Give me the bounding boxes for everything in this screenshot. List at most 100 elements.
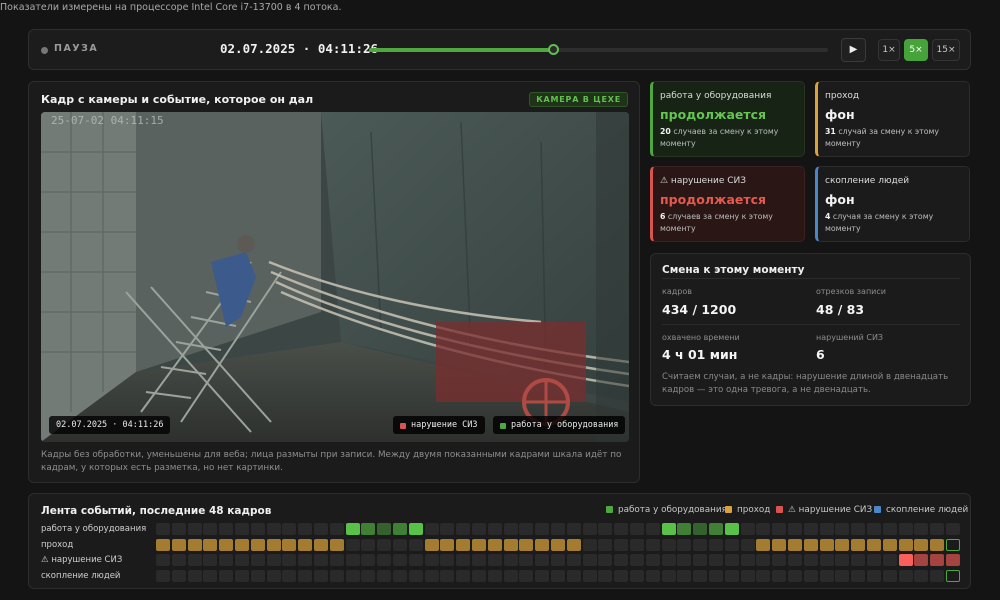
- feed-cell: [582, 539, 597, 551]
- feed-cell: [503, 523, 518, 535]
- timeline-handle[interactable]: [547, 44, 559, 55]
- feed-cell: [867, 554, 881, 566]
- stat-segments-value: 48 / 83: [816, 302, 865, 317]
- feed-cell: [424, 523, 439, 535]
- event-card-title: работа у оборудования: [660, 91, 772, 101]
- feed-cell: [614, 570, 629, 582]
- feed-cell: [345, 523, 360, 535]
- feed-cell: [756, 554, 771, 566]
- event-card-status: фон: [825, 192, 855, 207]
- playback-bar: ПАУЗА 02.07.2025 · 04:11:26 ▶ 1× 5× 15×: [28, 29, 971, 70]
- camera-frame: 25-07-02 04:11:15 02.07.2025 · 04:11:26 …: [41, 112, 629, 442]
- feed-cell: [835, 554, 850, 566]
- feed-cell: [424, 570, 439, 582]
- feed-cell: [361, 539, 376, 551]
- feed-cell: [724, 539, 739, 551]
- feed-cell: [930, 523, 945, 535]
- frame-tag-equipment-work: работа у оборудования: [493, 416, 626, 434]
- feed-cell: [882, 554, 897, 566]
- event-card-equipment-work: работа у оборудования продолжается 20 сл…: [650, 81, 805, 157]
- feed-cell: [803, 570, 818, 582]
- feed-cell: [851, 539, 866, 551]
- feed-cell: [408, 570, 423, 582]
- event-feed-title: Лента событий, последние 48 кадров: [41, 505, 272, 517]
- feed-cell: [819, 570, 834, 582]
- feed-cell: [566, 554, 581, 566]
- event-feed-panel: Лента событий, последние 48 кадров работ…: [28, 493, 971, 589]
- feed-cell: [472, 554, 486, 566]
- feed-cell: [298, 570, 313, 582]
- feed-cell: [235, 570, 249, 582]
- legend-swatch-icon: [874, 505, 881, 513]
- shift-note: Считаем случаи, а не кадры: нарушение дл…: [662, 372, 949, 395]
- feed-cell: [914, 554, 929, 566]
- feed-cell: [266, 570, 281, 582]
- feed-cell: [519, 570, 534, 582]
- feed-cell: [661, 554, 676, 566]
- feed-cell: [598, 570, 613, 582]
- legend-ppe-violation: ⚠ нарушение СИЗ: [776, 505, 872, 515]
- feed-cell: [329, 539, 344, 551]
- feed-cell: [898, 539, 913, 551]
- feed-cell: [314, 554, 328, 566]
- feed-cell: [946, 570, 960, 582]
- feed-cell: [898, 570, 913, 582]
- event-card-description: 31 случай за смену к этому моменту: [825, 127, 939, 148]
- feed-cell: [898, 523, 913, 535]
- feed-cell: [645, 539, 660, 551]
- feed-cell: [835, 570, 850, 582]
- feed-cell: [788, 523, 802, 535]
- feed-cell: [566, 539, 581, 551]
- feed-cell: [551, 554, 565, 566]
- feed-cell: [693, 523, 708, 535]
- timeline-slider[interactable]: [369, 44, 828, 55]
- feed-cell: [345, 539, 360, 551]
- feed-cell: [630, 570, 644, 582]
- feed-cell: [171, 523, 186, 535]
- feed-row-label: ⚠ нарушение СИЗ: [41, 555, 123, 565]
- feed-cell: [819, 539, 834, 551]
- feed-cell: [598, 539, 613, 551]
- feed-cell: [156, 523, 170, 535]
- feed-cell: [377, 539, 392, 551]
- legend-equipment-work: работа у оборудования: [606, 505, 727, 515]
- feed-cell: [835, 523, 850, 535]
- feed-cell: [519, 554, 534, 566]
- feed-cell: [361, 570, 376, 582]
- feed-cell: [756, 570, 771, 582]
- feed-cell: [472, 570, 486, 582]
- event-card-crowding: скопление людей фон 4 случая за смену к …: [815, 166, 970, 242]
- feed-cell: [377, 554, 392, 566]
- feed-cell: [266, 539, 281, 551]
- feed-cell: [203, 554, 218, 566]
- feed-cell: [408, 539, 423, 551]
- feed-cell: [171, 539, 186, 551]
- feed-cell: [740, 554, 755, 566]
- event-card-title: ⚠ нарушение СИЗ: [660, 176, 747, 186]
- feed-cell: [630, 554, 644, 566]
- feed-cell: [487, 554, 502, 566]
- feed-cell: [598, 523, 613, 535]
- feed-cell: [756, 523, 771, 535]
- feed-cell: [614, 523, 629, 535]
- playback-state-label: ПАУЗА: [54, 43, 99, 54]
- feed-cell: [819, 523, 834, 535]
- speed-1x-button[interactable]: 1×: [878, 39, 900, 61]
- feed-cell: [424, 554, 439, 566]
- speed-15x-button[interactable]: 15×: [932, 39, 960, 61]
- feed-cell: [393, 539, 407, 551]
- speed-5x-button[interactable]: 5×: [904, 39, 928, 61]
- feed-cell: [772, 539, 787, 551]
- feed-cell: [851, 523, 866, 535]
- camera-frame-image: 25-07-02 04:11:15: [41, 112, 629, 442]
- feed-cell: [867, 523, 881, 535]
- feed-cell: [456, 570, 471, 582]
- legend-swatch-icon: [776, 505, 783, 513]
- feed-cell: [219, 570, 234, 582]
- feed-cell: [440, 523, 455, 535]
- play-button[interactable]: ▶: [841, 38, 866, 62]
- event-card-title: проход: [825, 91, 860, 101]
- feed-row-label: работа у оборудования: [41, 524, 147, 534]
- feed-cell: [440, 539, 455, 551]
- feed-cell: [661, 539, 676, 551]
